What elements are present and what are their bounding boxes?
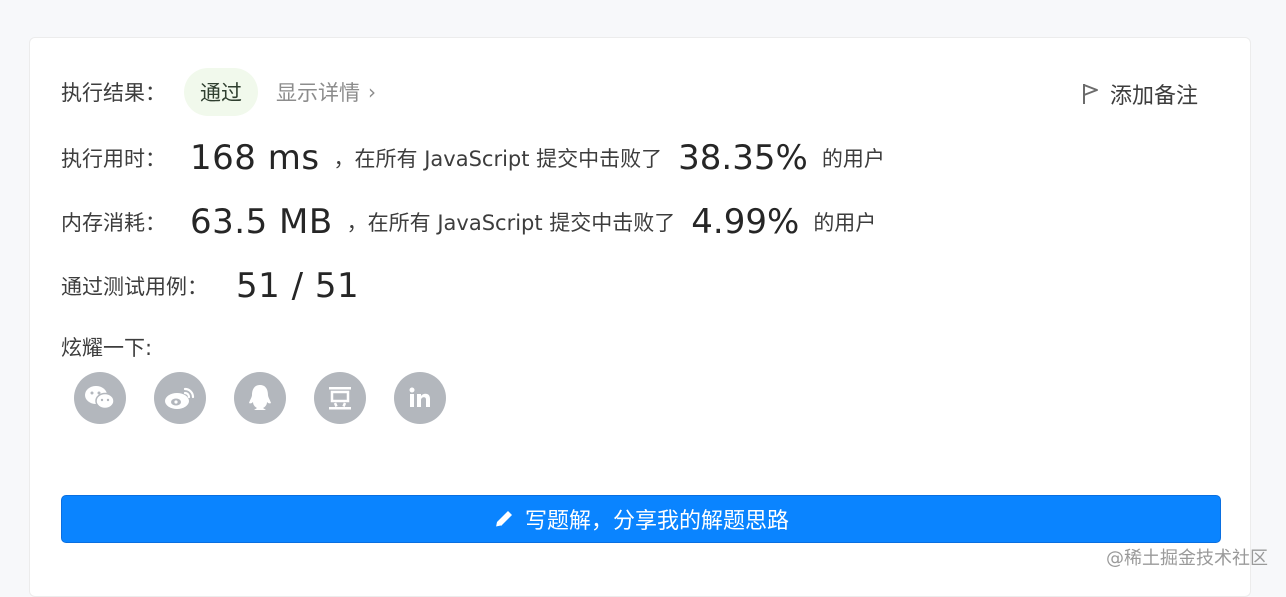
pencil-icon	[493, 508, 515, 530]
memory-compare-text: ，在所有 JavaScript 提交中击败了	[347, 207, 676, 237]
memory-value: 63.5 MB	[190, 202, 333, 242]
share-icons	[74, 372, 446, 424]
add-note-button[interactable]: 添加备注	[1082, 78, 1198, 110]
share-label: 炫耀一下:	[61, 332, 152, 362]
runtime-suffix: 的用户	[822, 143, 885, 173]
watermark: @稀土掘金技术社区	[1106, 544, 1268, 570]
memory-label: 内存消耗：	[61, 207, 166, 237]
chevron-right-icon: ›	[368, 80, 376, 104]
linkedin-icon[interactable]	[394, 372, 446, 424]
runtime-label: 执行用时：	[61, 143, 166, 173]
runtime-row: 执行用时： 168 ms ，在所有 JavaScript 提交中击败了 38.3…	[61, 138, 885, 178]
runtime-percent: 38.35%	[678, 138, 808, 178]
add-note-label: 添加备注	[1110, 78, 1198, 110]
result-label: 执行结果：	[61, 77, 166, 107]
memory-percent: 4.99%	[691, 202, 799, 242]
douban-icon[interactable]	[314, 372, 366, 424]
tests-label: 通过测试用例：	[61, 271, 208, 301]
qq-icon[interactable]	[234, 372, 286, 424]
flag-icon	[1082, 82, 1100, 106]
runtime-compare-text: ，在所有 JavaScript 提交中击败了	[334, 143, 663, 173]
share-row: 炫耀一下:	[61, 332, 152, 362]
tests-row: 通过测试用例： 51 / 51	[61, 266, 359, 306]
memory-suffix: 的用户	[813, 207, 876, 237]
show-details-label: 显示详情	[276, 77, 360, 107]
runtime-value: 168 ms	[190, 138, 320, 178]
wechat-icon[interactable]	[74, 372, 126, 424]
write-solution-button[interactable]: 写题解，分享我的解题思路	[61, 495, 1221, 543]
show-details-link[interactable]: 显示详情 ›	[276, 77, 376, 107]
result-row: 执行结果： 通过 显示详情 ›	[61, 68, 376, 116]
submission-result-card: 执行结果： 通过 显示详情 › 添加备注 执行用时： 168 ms ，在所有 J…	[29, 37, 1251, 597]
status-badge: 通过	[184, 68, 258, 116]
tests-value: 51 / 51	[236, 266, 359, 306]
weibo-icon[interactable]	[154, 372, 206, 424]
write-solution-label: 写题解，分享我的解题思路	[525, 503, 789, 535]
memory-row: 内存消耗： 63.5 MB ，在所有 JavaScript 提交中击败了 4.9…	[61, 202, 876, 242]
